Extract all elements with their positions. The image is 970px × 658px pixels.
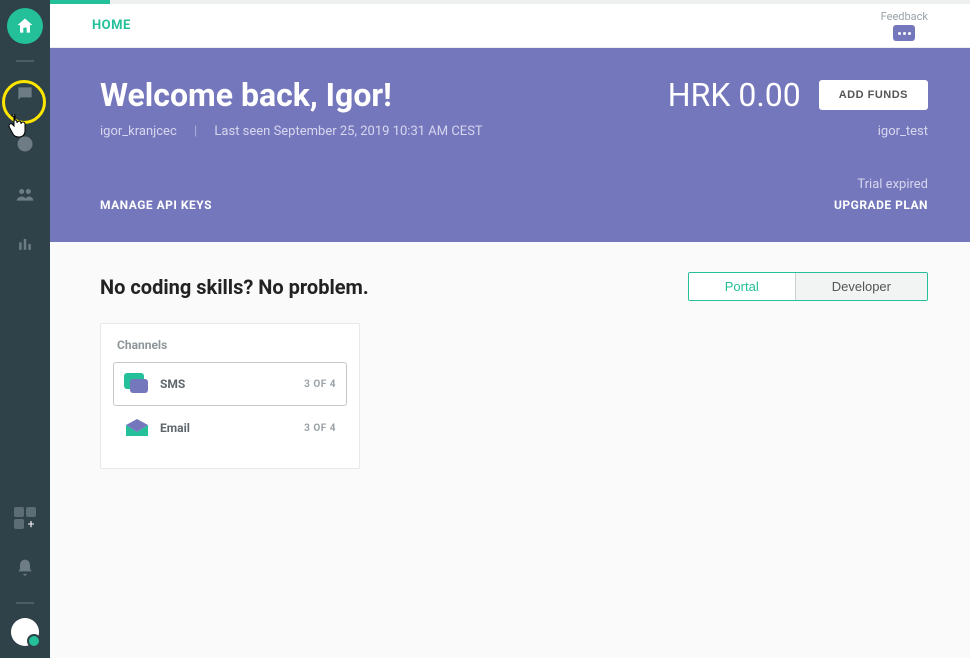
feedback-button[interactable] [893, 25, 915, 41]
balance-amount: HRK 0.00 [668, 76, 801, 114]
toggle-portal[interactable]: Portal [689, 273, 795, 300]
hero-banner: Welcome back, Igor! HRK 0.00 ADD FUNDS i… [50, 48, 970, 242]
last-seen-text: Last seen September 25, 2019 10:31 AM CE… [214, 124, 482, 139]
nav-apps-icon[interactable]: + [7, 500, 43, 536]
manage-api-keys-link[interactable]: MANAGE API KEYS [100, 198, 212, 212]
body-section: No coding skills? No problem. Portal Dev… [50, 242, 970, 469]
channel-name: Email [160, 421, 190, 435]
breadcrumb-bar: HOME Feedback [50, 4, 970, 48]
email-icon [124, 417, 150, 439]
separator: | [194, 124, 197, 139]
account-name-text: igor_test [878, 124, 928, 139]
feedback-block: Feedback [881, 10, 928, 41]
main-content: HOME Feedback Welcome back, Igor! HRK 0.… [50, 0, 970, 658]
upgrade-plan-link[interactable]: UPGRADE PLAN [834, 198, 928, 212]
toggle-developer[interactable]: Developer [795, 273, 927, 300]
channel-sms[interactable]: SMS 3 OF 4 [113, 362, 347, 406]
channel-name: SMS [160, 377, 185, 391]
username-text: igor_kranjcec [100, 124, 177, 139]
nav-comments-icon[interactable] [7, 126, 43, 162]
sidebar-separator [16, 602, 34, 604]
channel-email[interactable]: Email 3 OF 4 [113, 406, 347, 450]
body-heading: No coding skills? No problem. [100, 275, 369, 299]
channel-count: 3 OF 4 [304, 379, 336, 390]
add-funds-button[interactable]: ADD FUNDS [819, 80, 928, 110]
channel-count: 3 OF 4 [304, 423, 336, 434]
nav-chat-icon[interactable] [7, 76, 43, 112]
welcome-heading: Welcome back, Igor! [100, 76, 392, 114]
breadcrumb-home[interactable]: HOME [92, 18, 131, 33]
channels-title: Channels [113, 338, 347, 352]
sms-icon [124, 373, 150, 395]
trial-status-text: Trial expired [857, 177, 928, 192]
mode-toggle: Portal Developer [688, 272, 928, 301]
nav-analytics-icon[interactable] [7, 226, 43, 262]
sidebar: + [0, 0, 50, 658]
nav-home-icon[interactable] [7, 8, 43, 44]
nav-notifications-icon[interactable] [7, 550, 43, 586]
channels-panel: Channels SMS 3 OF 4 Email 3 OF 4 [100, 323, 360, 469]
nav-profile-icon[interactable] [11, 618, 39, 646]
sidebar-separator [16, 60, 34, 62]
feedback-label: Feedback [881, 10, 928, 23]
nav-people-icon[interactable] [7, 176, 43, 212]
